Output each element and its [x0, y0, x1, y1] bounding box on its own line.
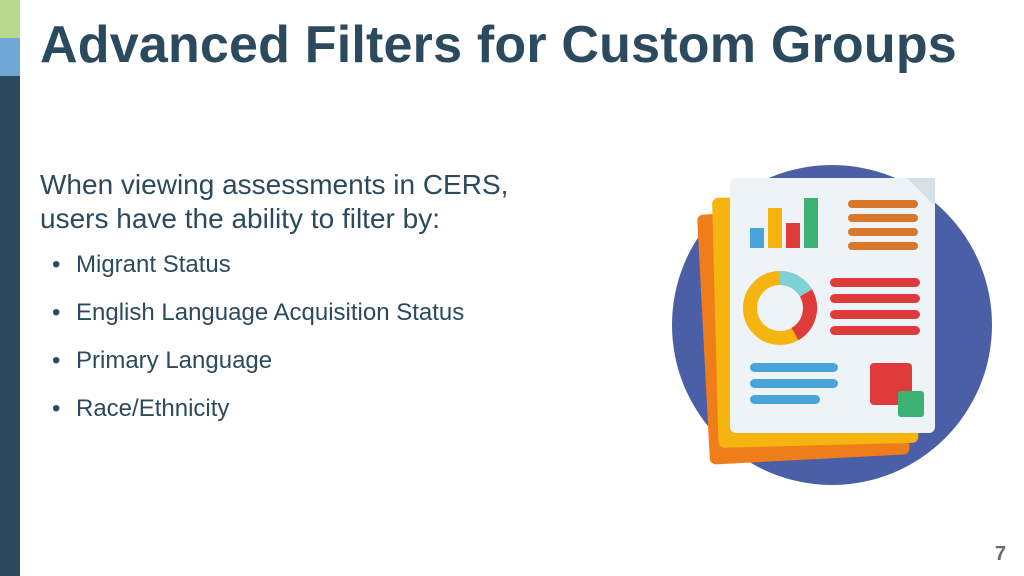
intro-text: When viewing assessments in CERS, users … — [40, 168, 580, 236]
side-accent-blue — [0, 38, 20, 76]
list-item-label: Primary Language — [76, 347, 272, 374]
list-item-label: English Language Acquisition Status — [76, 299, 464, 326]
side-accent-green — [0, 0, 20, 38]
list-item: English Language Acquisition Status — [40, 298, 580, 328]
reports-icon — [642, 130, 1002, 490]
list-item: Race/Ethnicity — [40, 394, 580, 424]
page-number: 7 — [995, 543, 1006, 566]
list-item: Migrant Status — [40, 250, 580, 280]
list-item: Primary Language — [40, 346, 580, 376]
list-item-label: Migrant Status — [76, 251, 231, 278]
bullet-list: Migrant Status English Language Acquisit… — [40, 250, 580, 442]
side-bar — [0, 0, 20, 576]
slide: Advanced Filters for Custom Groups When … — [0, 0, 1024, 576]
list-item-label: Race/Ethnicity — [76, 395, 229, 422]
page-title: Advanced Filters for Custom Groups — [40, 18, 994, 73]
